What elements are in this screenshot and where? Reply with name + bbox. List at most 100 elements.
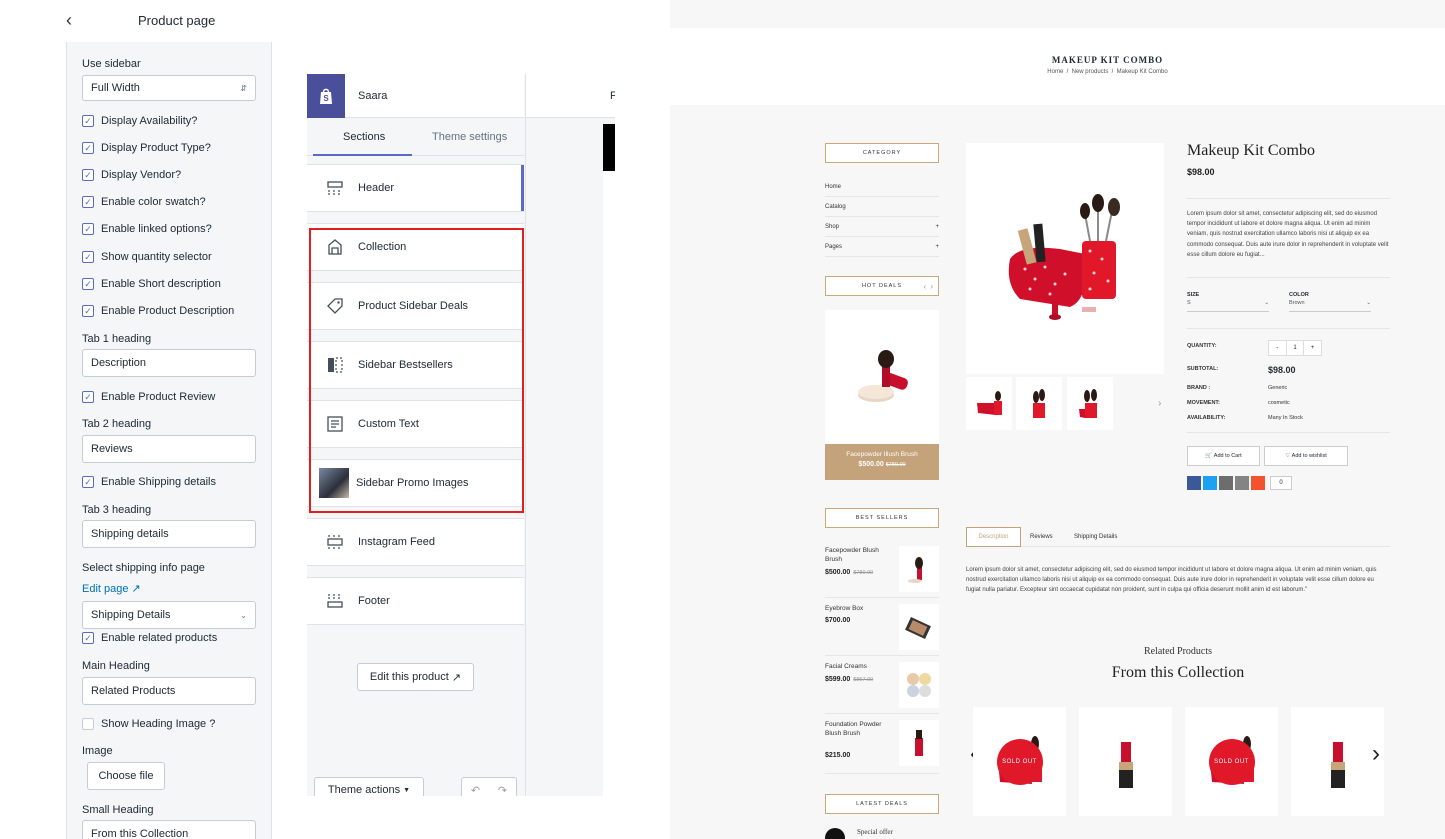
thumbnail-3[interactable] <box>1067 377 1113 430</box>
movement-label: MOVEMENT: <box>1187 400 1220 406</box>
small-heading-value: From this Collection <box>91 828 189 839</box>
add-to-wishlist-button[interactable]: ♡ Add to wishlist <box>1264 446 1348 466</box>
tab-reviews[interactable]: Reviews <box>1030 534 1053 540</box>
store-page-title: MAKEUP KIT COMBO <box>1051 55 1164 65</box>
redo-icon[interactable]: ↷ <box>498 784 507 797</box>
quantity-stepper[interactable]: - 1 + <box>1268 340 1322 356</box>
store-preview: MAKEUP KIT COMBO Home / New products / M… <box>670 0 1445 839</box>
best-seller-item[interactable]: Foundation Powder Blush Brush $215.00 <box>825 716 939 774</box>
carousel-arrows-icon[interactable]: ‹ › <box>923 282 934 291</box>
main-heading-input[interactable]: Related Products <box>82 677 256 705</box>
chevron-left-icon[interactable]: ‹ <box>66 10 72 31</box>
checkbox-label: Enable related products <box>101 632 218 644</box>
breadcrumb-new-products[interactable]: New products <box>1072 69 1109 75</box>
small-heading-input[interactable]: From this Collection <box>82 820 256 839</box>
shipping-page-select[interactable]: Shipping Details ⌄ <box>82 601 256 629</box>
best-seller-name[interactable]: Foundation Powder Blush Brush <box>825 720 891 738</box>
checkbox-product-review[interactable]: ✓ Enable Product Review <box>82 391 215 403</box>
section-collection[interactable]: Collection <box>307 223 524 271</box>
section-header[interactable]: Header <box>307 164 524 212</box>
checkbox-related-products[interactable]: ✓ Enable related products <box>82 632 217 644</box>
tab1-heading-input[interactable]: Description <box>82 349 256 377</box>
tab2-heading-input[interactable]: Reviews <box>82 435 256 463</box>
add-to-cart-button[interactable]: 🛒 Add to Cart <box>1187 446 1260 466</box>
section-instagram-feed[interactable]: Instagram Feed <box>307 518 524 566</box>
category-catalog[interactable]: Catalog <box>825 197 939 217</box>
checkbox-quantity-selector[interactable]: ✓ Show quantity selector <box>82 251 212 263</box>
tab-sections[interactable]: Sections <box>343 131 385 143</box>
section-custom-text[interactable]: Custom Text <box>307 400 524 448</box>
related-product-4[interactable] <box>1291 707 1384 816</box>
section-label: Sidebar Bestsellers <box>358 359 453 371</box>
checkbox-label: Enable Shipping details <box>101 476 216 488</box>
related-next-icon[interactable]: › <box>1372 740 1380 768</box>
plus-icon[interactable]: + <box>935 224 939 230</box>
quantity-label: QUANTITY: <box>1187 343 1217 349</box>
email-icon[interactable] <box>1235 476 1249 490</box>
thumbnail-1[interactable] <box>966 377 1012 430</box>
best-seller-name[interactable]: Eyebrow Box <box>825 604 891 613</box>
edit-this-product-button[interactable]: Edit this product ↗ <box>357 663 474 691</box>
checkbox-linked-options[interactable]: ✓ Enable linked options? <box>82 223 212 235</box>
facebook-icon[interactable] <box>1187 476 1201 490</box>
main-product-image[interactable] <box>966 143 1164 374</box>
choose-file-button[interactable]: Choose file <box>87 762 165 790</box>
breadcrumb-home[interactable]: Home <box>1047 69 1063 75</box>
checkbox-short-description[interactable]: ✓ Enable Short description <box>82 278 221 290</box>
checkbox-label: Show quantity selector <box>101 251 212 263</box>
category-home[interactable]: Home <box>825 177 939 197</box>
tab3-heading-input[interactable]: Shipping details <box>82 520 256 548</box>
undo-icon[interactable]: ↶ <box>471 784 480 797</box>
plus-icon[interactable]: + <box>935 244 939 250</box>
tab3-heading-label: Tab 3 heading <box>82 504 152 516</box>
checkbox-shipping-details[interactable]: ✓ Enable Shipping details <box>82 476 216 488</box>
section-sidebar-bestsellers[interactable]: Sidebar Bestsellers <box>307 341 524 389</box>
cart-icon: 🛒 <box>1205 453 1213 459</box>
best-seller-name[interactable]: Facepowder Blush Brush <box>825 546 891 564</box>
use-sidebar-select[interactable]: Full Width ⇵ <box>82 75 256 101</box>
checkmark-icon: ✓ <box>82 115 94 127</box>
category-shop[interactable]: Shop + <box>825 217 939 237</box>
checkbox-label: Display Product Type? <box>101 142 211 154</box>
checkbox-product-description[interactable]: ✓ Enable Product Description <box>82 305 234 317</box>
hot-deal-name[interactable]: Facepowder Illush Brush <box>825 451 939 458</box>
size-select[interactable]: S ⌄ <box>1187 300 1269 312</box>
section-product-sidebar-deals[interactable]: Product Sidebar Deals <box>307 282 524 330</box>
thumbnail-2[interactable] <box>1016 377 1062 430</box>
checkbox-display-availability[interactable]: ✓ Display Availability? <box>82 115 197 127</box>
best-seller-name[interactable]: Facial Creams <box>825 662 891 671</box>
quantity-plus-button[interactable]: + <box>1303 341 1321 355</box>
section-sidebar-promo-images[interactable]: Sidebar Promo Images <box>307 459 524 507</box>
divider <box>1187 277 1390 278</box>
quantity-minus-button[interactable]: - <box>1269 341 1287 355</box>
related-product-3[interactable]: SOLD OUT <box>1185 707 1278 816</box>
main-heading-label: Main Heading <box>82 660 150 672</box>
checkbox-show-heading-image[interactable]: Show Heading Image ? <box>82 718 215 730</box>
quantity-value[interactable]: 1 <box>1287 341 1304 355</box>
section-footer[interactable]: Footer <box>307 577 524 625</box>
panel-tabs: Sections Theme settings <box>307 118 524 156</box>
checkbox-color-swatch[interactable]: ✓ Enable color swatch? <box>82 196 206 208</box>
theme-actions-button[interactable]: Theme actions ▼ <box>314 777 424 796</box>
print-icon[interactable] <box>1219 476 1233 490</box>
category-pages[interactable]: Pages + <box>825 237 939 257</box>
checkbox-display-product-type[interactable]: ✓ Display Product Type? <box>82 142 211 154</box>
divider <box>1187 328 1390 329</box>
best-seller-item[interactable]: Facepowder Blush Brush $500.00 $780.00 <box>825 542 939 598</box>
share-plus-icon[interactable] <box>1251 476 1265 490</box>
tab-description[interactable]: Description <box>966 527 1021 547</box>
best-seller-item[interactable]: Eyebrow Box $700.00 <box>825 600 939 656</box>
tab-shipping-details[interactable]: Shipping Details <box>1074 534 1117 540</box>
edit-page-link[interactable]: Edit page ↗ <box>82 582 141 595</box>
hot-deal-image[interactable] <box>825 310 939 444</box>
tag-icon <box>325 296 345 316</box>
color-select[interactable]: Brown ⌄ <box>1289 300 1371 312</box>
related-product-2[interactable] <box>1079 707 1172 816</box>
related-product-1[interactable]: SOLD OUT <box>973 707 1066 816</box>
twitter-icon[interactable] <box>1203 476 1217 490</box>
category-label: Home <box>825 183 842 190</box>
tab-theme-settings[interactable]: Theme settings <box>432 131 507 143</box>
best-seller-item[interactable]: Facial Creams $599.00 $857.00 <box>825 658 939 714</box>
checkbox-display-vendor[interactable]: ✓ Display Vendor? <box>82 169 181 181</box>
thumb-next-icon[interactable]: › <box>1158 398 1161 409</box>
